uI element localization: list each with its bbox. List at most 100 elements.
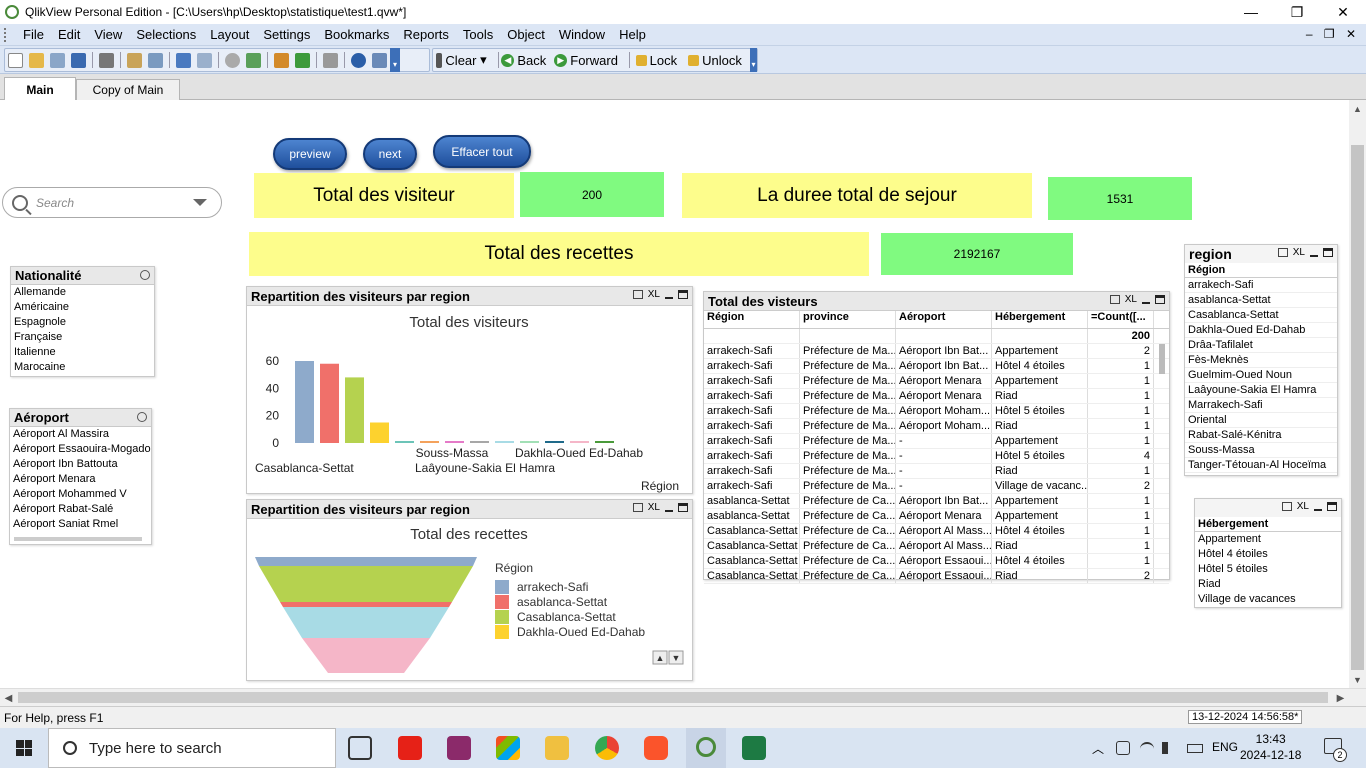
table-cell[interactable]: Hôtel 4 étoiles — [992, 359, 1088, 373]
properties-icon[interactable] — [323, 52, 338, 68]
list-item[interactable]: Hôtel 4 étoiles — [1195, 547, 1341, 562]
table-cell[interactable]: arrakech-Safi — [704, 479, 800, 493]
table-cell[interactable]: Aéroport Ibn Bat... — [896, 344, 992, 358]
maximize-icon[interactable] — [678, 290, 688, 299]
table-cell[interactable]: Riad — [992, 389, 1088, 403]
taskbar-search-box[interactable]: Type here to search — [48, 728, 336, 768]
meet-now-icon[interactable] — [1116, 741, 1130, 755]
table-row[interactable]: arrakech-Safi Préfecture de Ma... Aéroport… — [704, 374, 1169, 389]
table-cell[interactable]: Préfecture de Ma... — [800, 419, 896, 433]
unlock-button[interactable]: Unlock — [685, 53, 742, 68]
table-row[interactable]: arrakech-Safi Préfecture de Ma... Aéroport… — [704, 419, 1169, 434]
table-row[interactable]: arrakech-Safi Préfecture de Ma... Aéroport… — [704, 389, 1169, 404]
hebergement-column-header[interactable]: Hébergement — [1195, 517, 1341, 532]
search-icon[interactable] — [140, 270, 150, 280]
table-cell[interactable]: Préfecture de Ma... — [800, 404, 896, 418]
table-cell[interactable]: 1 — [1088, 419, 1154, 433]
table-cell[interactable]: Préfecture de Ma... — [800, 434, 896, 448]
list-item[interactable]: Aéroport Ibn Battouta — [10, 457, 151, 472]
table-cell[interactable]: Aéroport Moham... — [896, 404, 992, 418]
table-cell[interactable]: Riad — [992, 419, 1088, 433]
table-cell[interactable]: Appartement — [992, 374, 1088, 388]
current-selections-icon[interactable] — [246, 52, 261, 68]
horizontal-scrollbar[interactable]: ◀ ▶ — [0, 688, 1366, 706]
maximize-icon[interactable] — [1155, 295, 1165, 304]
table-cell[interactable]: 1 — [1088, 539, 1154, 553]
excel-icon[interactable] — [742, 736, 766, 760]
table-cell[interactable]: 1 — [1088, 494, 1154, 508]
table-cell[interactable]: arrakech-Safi — [704, 464, 800, 478]
table-row[interactable]: asablanca-Settat Préfecture de Ca... Aérop… — [704, 509, 1169, 524]
forward-button[interactable]: ▶ Forward — [554, 53, 618, 68]
table-cell[interactable]: Aéroport Al Mass... — [896, 539, 992, 553]
battery-icon[interactable] — [1187, 744, 1203, 753]
table-cell[interactable]: 2 — [1088, 344, 1154, 358]
table-cell[interactable]: Riad — [992, 569, 1088, 583]
horizontal-scroll-thumb[interactable] — [18, 692, 1328, 703]
excel-export-icon[interactable]: XL — [1125, 294, 1137, 305]
input-language[interactable]: ENG — [1212, 740, 1238, 754]
table-cell[interactable]: Aéroport Menara — [896, 509, 992, 523]
bookmark-star-icon[interactable] — [295, 52, 310, 68]
table-cell[interactable]: Aéroport Ibn Bat... — [896, 359, 992, 373]
menu-tools[interactable]: Tools — [456, 27, 500, 42]
file-explorer-icon[interactable] — [545, 736, 569, 760]
list-item[interactable]: Appartement — [1195, 532, 1341, 547]
table-cell[interactable]: arrakech-Safi — [704, 389, 800, 403]
list-item[interactable]: Hôtel 5 étoiles — [1195, 562, 1341, 577]
horizontal-scrollbar[interactable] — [14, 537, 142, 541]
scroll-left-icon[interactable]: ◀ — [0, 689, 17, 707]
table-cell[interactable]: Aéroport Essaoui... — [896, 569, 992, 583]
tab-main[interactable]: Main — [4, 77, 76, 101]
table-cell[interactable]: Casablanca-Settat — [704, 539, 800, 553]
table-cell[interactable]: - — [896, 449, 992, 463]
table-cell[interactable]: 1 — [1088, 524, 1154, 538]
menu-selections[interactable]: Selections — [129, 27, 203, 42]
start-button[interactable] — [0, 728, 48, 768]
table-cell[interactable]: arrakech-Safi — [704, 449, 800, 463]
table-cell[interactable]: arrakech-Safi — [704, 434, 800, 448]
scroll-up-icon[interactable]: ▲ — [1349, 100, 1366, 117]
table-cell[interactable]: Préfecture de Ca... — [800, 539, 896, 553]
youtube-icon[interactable] — [398, 736, 422, 760]
menu-edit[interactable]: Edit — [51, 27, 87, 42]
excel-export-icon[interactable]: XL — [1293, 247, 1305, 258]
table-cell[interactable]: Riad — [992, 464, 1088, 478]
minimize-icon[interactable] — [665, 296, 673, 299]
excel-export-icon[interactable]: XL — [1297, 501, 1309, 512]
open-folder-icon[interactable] — [29, 52, 44, 68]
excel-export-icon[interactable]: XL — [648, 289, 660, 300]
list-item[interactable]: Marrakech-Safi — [1185, 398, 1337, 413]
list-item[interactable]: Aéroport Saniat Rmel — [10, 517, 151, 532]
table-cell[interactable]: 2 — [1088, 479, 1154, 493]
table-cell[interactable]: Casablanca-Settat — [704, 569, 800, 583]
menu-object[interactable]: Object — [500, 27, 552, 42]
table-row[interactable]: arrakech-Safi Préfecture de Ma... - Hôtel 5… — [704, 449, 1169, 464]
brave-browser-icon[interactable] — [644, 736, 668, 760]
search-icon[interactable] — [225, 52, 240, 68]
table-cell[interactable]: Aéroport Menara — [896, 374, 992, 388]
table-cell[interactable]: Aéroport Essaoui... — [896, 554, 992, 568]
table-row[interactable]: arrakech-Safi Préfecture de Ma... Aéroport… — [704, 359, 1169, 374]
table-cell[interactable]: arrakech-Safi — [704, 404, 800, 418]
list-item[interactable]: Italienne — [11, 345, 154, 360]
toolbar-overflow-chevron[interactable]: ▾ — [390, 48, 400, 72]
table-cell[interactable]: Casablanca-Settat — [704, 524, 800, 538]
preview-button[interactable]: preview — [273, 138, 347, 170]
reload-icon[interactable] — [50, 52, 65, 68]
list-item[interactable]: Oriental — [1185, 413, 1337, 428]
table-cell[interactable]: Appartement — [992, 494, 1088, 508]
list-item[interactable]: Fès-Meknès — [1185, 353, 1337, 368]
table-cell[interactable]: 1 — [1088, 554, 1154, 568]
table-cell[interactable]: Aéroport Menara — [896, 389, 992, 403]
list-item[interactable]: arrakech-Safi — [1185, 278, 1337, 293]
clear-icon[interactable] — [436, 52, 443, 68]
list-item[interactable]: Américaine — [11, 300, 154, 315]
table-cell[interactable]: 4 — [1088, 449, 1154, 463]
scroll-down-icon[interactable]: ▼ — [1349, 671, 1366, 688]
table-cell[interactable]: Village de vacanc... — [992, 479, 1088, 493]
table-cell[interactable]: - — [896, 464, 992, 478]
table-cell[interactable]: asablanca-Settat — [704, 494, 800, 508]
back-button[interactable]: ◀ Back — [501, 53, 546, 68]
tab-copy-of-main[interactable]: Copy of Main — [76, 79, 180, 100]
